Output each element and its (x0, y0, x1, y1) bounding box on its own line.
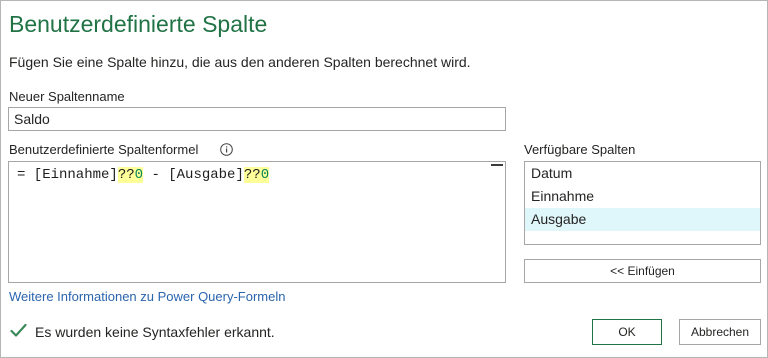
formula-number: 0 (260, 167, 270, 183)
formula-prefix: = [Einnahme] (17, 167, 118, 183)
dialog-subtitle: Fügen Sie eine Spalte hinzu, die aus den… (9, 54, 471, 70)
formula-number: 0 (134, 167, 144, 183)
formula-label: Benutzerdefinierte Spaltenformel (9, 142, 199, 157)
available-columns-label: Verfügbare Spalten (524, 142, 636, 157)
cancel-button[interactable]: Abbrechen (679, 319, 761, 345)
scrollbar-thumb[interactable] (491, 164, 503, 166)
formula-coalesce-operator: ?? (243, 167, 261, 183)
checkmark-icon (10, 323, 27, 337)
dialog-title: Benutzerdefinierte Spalte (9, 11, 268, 37)
formula-middle: - [Ausgabe] (143, 167, 244, 183)
custom-column-dialog: Benutzerdefinierte Spalte Fügen Sie eine… (0, 0, 768, 358)
available-columns-list[interactable]: Datum Einnahme Ausgabe (524, 161, 761, 245)
ok-button[interactable]: OK (592, 319, 662, 345)
info-icon[interactable] (220, 143, 233, 156)
formula-coalesce-operator: ?? (117, 167, 135, 183)
formula-editor[interactable]: = [Einnahme]??0 - [Ausgabe]??0 (8, 161, 506, 283)
column-name-input[interactable] (8, 107, 506, 131)
column-item-ausgabe[interactable]: Ausgabe (525, 208, 760, 231)
syntax-status-text: Es wurden keine Syntaxfehler erkannt. (35, 324, 275, 340)
column-item-einnahme[interactable]: Einnahme (525, 185, 760, 208)
formula-scrollbar[interactable] (491, 162, 505, 282)
column-item-datum[interactable]: Datum (525, 162, 760, 185)
column-name-label: Neuer Spaltenname (9, 89, 125, 104)
insert-button[interactable]: << Einfügen (524, 259, 761, 283)
power-query-help-link[interactable]: Weitere Informationen zu Power Query-For… (9, 289, 285, 304)
formula-text[interactable]: = [Einnahme]??0 - [Ausgabe]??0 (17, 167, 270, 183)
